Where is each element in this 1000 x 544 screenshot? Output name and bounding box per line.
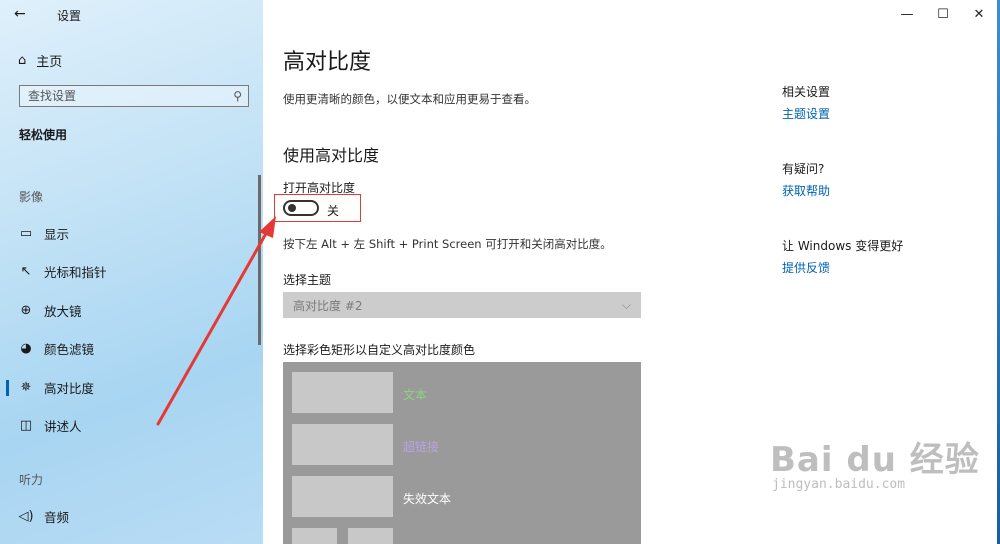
- disabled-text-color-label: 失效文本: [403, 492, 452, 506]
- high-contrast-toggle[interactable]: [283, 200, 319, 216]
- speaker-icon: ◁): [18, 508, 34, 524]
- sidebar-item-color-filters[interactable]: ◕ 颜色滤镜: [0, 333, 263, 363]
- sidebar-item-home[interactable]: ⌂ 主页: [18, 50, 62, 70]
- cursor-icon: ↖: [20, 263, 32, 279]
- feedback-heading: 让 Windows 变得更好: [782, 239, 904, 253]
- sidebar-item-narrator[interactable]: ◫ 讲述人: [0, 410, 263, 440]
- disabled-text-color-swatch[interactable]: [292, 476, 393, 517]
- sidebar-item-label: 颜色滤镜: [44, 341, 95, 357]
- main-content: — ☐ ✕ 高对比度 使用更清晰的颜色，以便文本和应用更易于查看。 使用高对比度…: [263, 0, 997, 544]
- text-color-label: 文本: [403, 388, 428, 402]
- sidebar-item-display[interactable]: ▭ 显示: [0, 218, 263, 248]
- page-description: 使用更清晰的颜色，以便文本和应用更易于查看。: [283, 92, 536, 106]
- magnifier-icon: ⊕: [20, 302, 32, 318]
- home-icon: ⌂: [18, 52, 27, 68]
- feedback-link[interactable]: 提供反馈: [782, 259, 830, 276]
- sidebar-item-label: 主页: [36, 54, 63, 70]
- sidebar-item-label: 音频: [44, 509, 70, 525]
- section-title: 使用高对比度: [283, 146, 380, 165]
- category-heading: 轻松使用: [19, 128, 68, 142]
- search-icon[interactable]: ⚲: [233, 89, 242, 103]
- sidebar-item-label: 光标和指针: [44, 264, 107, 280]
- maximize-icon[interactable]: ☐: [925, 0, 961, 28]
- minimize-icon[interactable]: —: [889, 0, 925, 28]
- get-help-link[interactable]: 获取帮助: [782, 182, 830, 199]
- close-icon[interactable]: ✕: [961, 0, 997, 28]
- contrast-icon: ✵: [20, 379, 32, 395]
- sidebar-item-label: 讲述人: [44, 418, 82, 434]
- theme-label: 选择主题: [283, 273, 332, 287]
- sidebar-scrollbar[interactable]: [258, 175, 261, 345]
- page-title: 高对比度: [283, 50, 372, 75]
- chevron-down-icon: ⌵: [621, 297, 631, 312]
- help-heading: 有疑问?: [782, 162, 825, 176]
- theme-dropdown-value: 高对比度 #2: [293, 298, 363, 313]
- palette-icon: ◕: [20, 340, 32, 356]
- section-heading-vision: 影像: [19, 190, 44, 204]
- sidebar-item-cursor[interactable]: ↖ 光标和指针: [0, 256, 263, 286]
- sidebar-item-label: 放大镜: [44, 303, 82, 319]
- color-label: 选择彩色矩形以自定义高对比度颜色: [283, 343, 476, 357]
- app-title: 设置: [57, 9, 82, 23]
- sidebar-item-magnifier[interactable]: ⊕ 放大镜: [0, 295, 263, 325]
- window-controls: — ☐ ✕: [889, 0, 997, 28]
- sidebar-item-audio[interactable]: ◁) 音频: [0, 501, 263, 531]
- search-box[interactable]: ⚲: [19, 85, 249, 107]
- sidebar-item-high-contrast[interactable]: ✵ 高对比度: [0, 372, 263, 402]
- section-heading-hearing: 听力: [19, 473, 44, 487]
- related-settings-heading: 相关设置: [782, 85, 831, 99]
- sidebar-item-label: 显示: [44, 226, 70, 242]
- monitor-icon: ▭: [19, 225, 33, 241]
- sidebar-titlebar: ← 设置: [0, 0, 263, 28]
- selected-text-swatch[interactable]: [292, 528, 337, 544]
- narrator-icon: ◫: [19, 417, 33, 433]
- sidebar-item-label: 高对比度: [44, 380, 95, 396]
- hyperlink-color-swatch[interactable]: [292, 424, 393, 465]
- color-preview-panel: 文本 超链接 失效文本: [283, 362, 641, 544]
- theme-settings-link[interactable]: 主题设置: [782, 105, 830, 122]
- hyperlink-color-label: 超链接: [403, 440, 440, 454]
- button-text-swatch[interactable]: [348, 528, 393, 544]
- back-arrow-icon[interactable]: ←: [14, 6, 34, 22]
- toggle-state-label: 关: [327, 204, 340, 218]
- search-input[interactable]: [28, 89, 208, 103]
- text-color-swatch[interactable]: [292, 372, 393, 413]
- toggle-knob: [288, 204, 296, 212]
- sidebar: ← 设置 ⌂ 主页 ⚲ 轻松使用 影像 ▭ 显示 ↖ 光标和指针 ⊕ 放大镜 ◕…: [0, 0, 263, 544]
- theme-dropdown[interactable]: 高对比度 #2 ⌵: [283, 292, 641, 318]
- shortcut-hint: 按下左 Alt + 左 Shift + Print Screen 可打开和关闭高…: [283, 237, 612, 251]
